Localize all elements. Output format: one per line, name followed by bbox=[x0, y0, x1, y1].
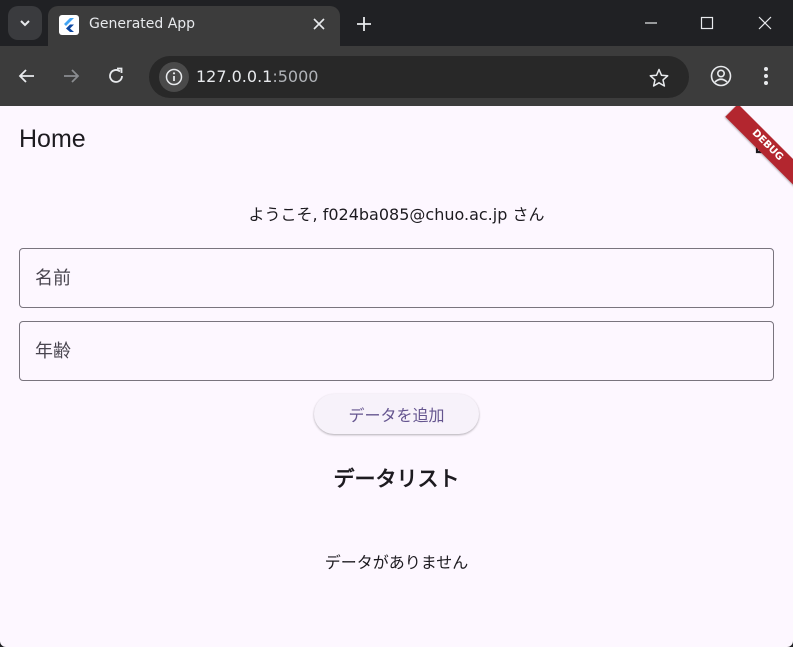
browser-tabstrip: Generated App bbox=[0, 0, 793, 46]
maximize-icon bbox=[700, 16, 714, 30]
app-viewport: Home DEBUG ようこそ, f024ba085@chuo.ac.jp さん… bbox=[0, 106, 793, 647]
bookmark-button[interactable] bbox=[647, 66, 671, 90]
profile-button[interactable] bbox=[708, 63, 734, 89]
kebab-menu-icon bbox=[764, 67, 768, 85]
address-bar[interactable]: 127.0.0.1:5000 bbox=[149, 56, 689, 98]
data-list-heading: データリスト bbox=[333, 467, 460, 491]
welcome-message: ようこそ, f024ba085@chuo.ac.jp さん bbox=[248, 205, 545, 224]
star-icon bbox=[649, 68, 669, 87]
info-icon bbox=[165, 68, 183, 86]
flutter-icon bbox=[59, 15, 79, 35]
chevron-down-icon bbox=[20, 20, 30, 27]
minimize-button[interactable] bbox=[638, 10, 664, 36]
url-host: 127.0.0.1 bbox=[196, 67, 273, 86]
new-tab-button[interactable] bbox=[352, 12, 376, 36]
url-text: 127.0.0.1:5000 bbox=[196, 67, 318, 86]
browser-tab[interactable]: Generated App bbox=[48, 6, 340, 46]
debug-banner: DEBUG bbox=[725, 106, 793, 188]
back-button[interactable] bbox=[14, 63, 40, 89]
plus-icon bbox=[357, 17, 371, 31]
profile-icon bbox=[710, 65, 732, 87]
site-info-button[interactable] bbox=[159, 62, 189, 92]
forward-button[interactable] bbox=[58, 63, 84, 89]
empty-list-message: データがありません bbox=[324, 553, 469, 572]
reload-button[interactable] bbox=[103, 63, 129, 89]
reload-icon bbox=[109, 67, 123, 83]
browser-menu-button[interactable] bbox=[753, 63, 779, 89]
tab-search-button[interactable] bbox=[8, 6, 42, 40]
add-data-button[interactable]: データを追加 bbox=[314, 394, 479, 434]
close-window-button[interactable] bbox=[752, 10, 778, 36]
browser-toolbar: 127.0.0.1:5000 bbox=[0, 46, 793, 106]
url-port: :5000 bbox=[272, 67, 319, 86]
back-arrow-icon bbox=[18, 69, 34, 83]
close-icon bbox=[758, 16, 772, 30]
age-field[interactable] bbox=[19, 321, 774, 381]
name-field[interactable] bbox=[19, 248, 774, 308]
tab-title: Generated App bbox=[89, 16, 196, 32]
tab-close-button[interactable] bbox=[308, 13, 330, 35]
forward-arrow-icon bbox=[64, 69, 80, 83]
maximize-button[interactable] bbox=[694, 10, 720, 36]
page-title: Home bbox=[19, 125, 86, 153]
minimize-icon bbox=[645, 22, 657, 24]
close-icon bbox=[313, 18, 325, 30]
